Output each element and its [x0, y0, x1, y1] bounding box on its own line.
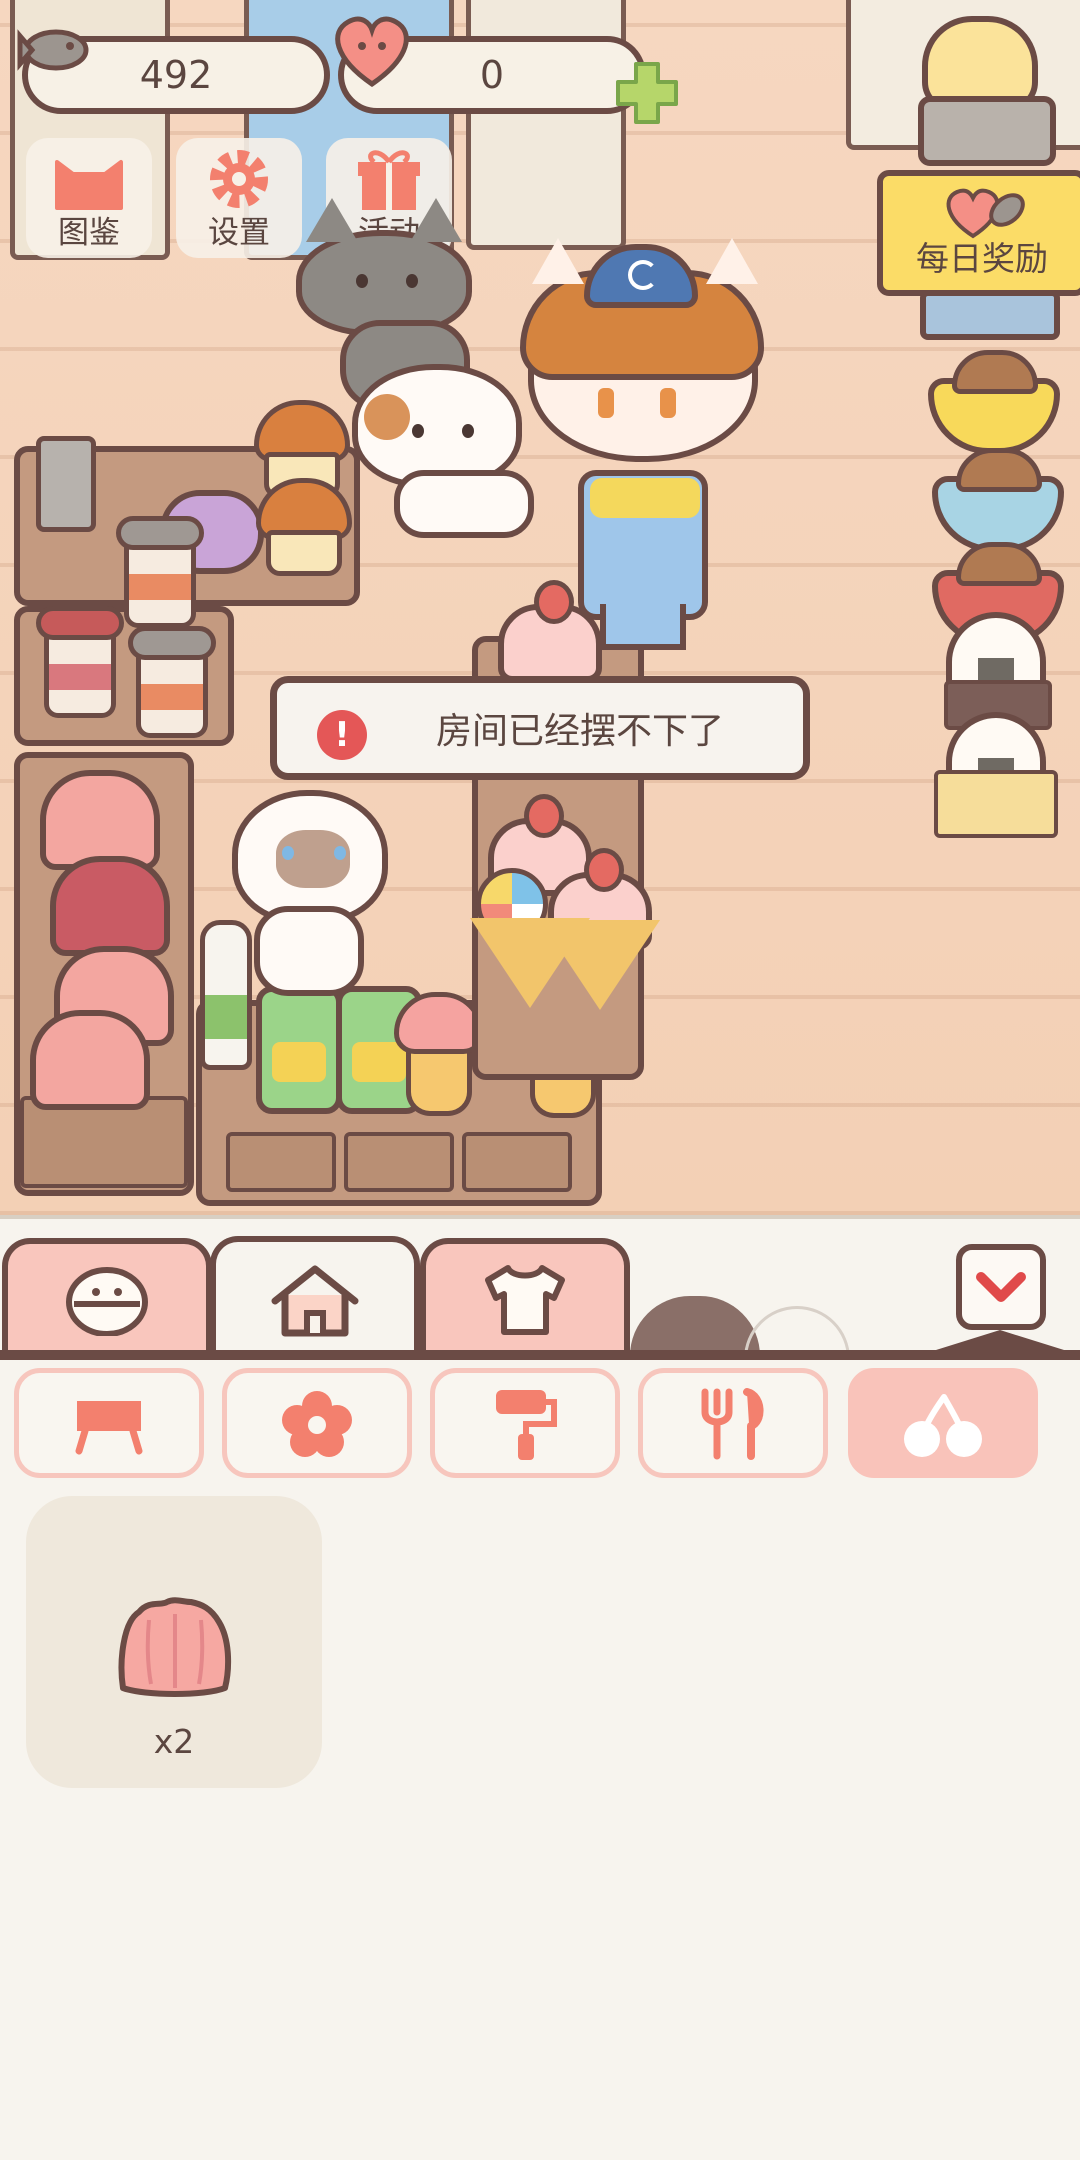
drink-cup-3[interactable]	[128, 626, 216, 738]
daily-reward-button[interactable]: 每日奖励	[877, 170, 1080, 296]
drink-cup-2[interactable]	[36, 606, 124, 718]
collection-button[interactable]: 图鉴	[26, 138, 152, 258]
jelly-4[interactable]	[30, 1010, 150, 1110]
subtab-decor[interactable]	[222, 1368, 412, 1478]
add-hearts-button[interactable]	[612, 58, 682, 128]
inventory-item-jelly[interactable]: x2	[26, 1496, 322, 1788]
subtab-food[interactable]	[848, 1368, 1038, 1478]
muffin-2[interactable]	[256, 478, 352, 578]
subtab-furniture[interactable]	[14, 1368, 204, 1478]
food-bowl-yellow[interactable]	[928, 350, 1060, 454]
steamer-basket	[934, 770, 1058, 838]
shirt-icon	[485, 1265, 565, 1335]
stove-stand	[920, 290, 1060, 340]
utensil-holder[interactable]	[36, 436, 96, 532]
subtab-tableware[interactable]	[638, 1368, 828, 1478]
settings-button[interactable]: 设置	[176, 138, 302, 258]
food-bowl-blue[interactable]	[932, 448, 1064, 552]
toast-message: 房间已经摆不下了	[435, 711, 724, 752]
gray-cat-ear-left	[306, 198, 358, 242]
cutlery-icon	[701, 1388, 764, 1460]
subtab-wallpaper[interactable]	[430, 1368, 620, 1478]
stove	[918, 96, 1056, 166]
calico-cat-body	[394, 470, 534, 538]
paint-roller-icon	[496, 1390, 557, 1460]
boy-legs	[600, 604, 686, 650]
gear-icon	[210, 150, 268, 208]
toast-notification: ! 房间已经摆不下了	[270, 676, 810, 780]
item-quantity: x2	[153, 1722, 195, 1761]
counter-drawer-2	[344, 1132, 454, 1192]
drink-cup-1[interactable]	[116, 516, 204, 628]
cap-logo-icon	[628, 260, 658, 290]
fish-icon	[17, 29, 89, 71]
tab-cats[interactable]	[2, 1238, 212, 1356]
siamese-cat-body	[254, 906, 364, 996]
house-icon	[271, 1265, 359, 1337]
fish-count: 492	[139, 53, 213, 97]
cherry-icon	[904, 1394, 982, 1457]
boy-cat-ear-right	[706, 238, 758, 284]
jelly-1[interactable]	[40, 770, 160, 870]
pizza-slice-2[interactable]	[540, 920, 660, 1010]
gray-cat-ear-right	[410, 198, 462, 242]
collapse-button-stand	[936, 1330, 1064, 1350]
daily-reward-label: 每日奖励	[916, 239, 1048, 278]
game-scene[interactable]: 492 0 图鉴 设置 活动	[0, 0, 1080, 1215]
cat-face-icon	[55, 160, 123, 210]
panel-divider	[0, 1350, 1080, 1360]
bottle-1[interactable]	[200, 920, 252, 1070]
cat-bed-icon	[66, 1267, 148, 1336]
jelly-2[interactable]	[50, 856, 170, 956]
boy-cat-ear-left	[532, 238, 584, 284]
chevron-down-icon	[976, 1272, 1026, 1302]
boy-shirt	[590, 478, 700, 518]
tab-home[interactable]	[210, 1236, 420, 1360]
collection-label: 图鉴	[58, 215, 120, 251]
tab-outfits[interactable]	[420, 1238, 630, 1356]
siamese-cat[interactable]	[232, 790, 388, 924]
counter-drawer-1	[226, 1132, 336, 1192]
boy-cap	[584, 244, 698, 308]
collapse-panel-button[interactable]	[956, 1244, 1046, 1330]
heart-count: 0	[479, 53, 505, 97]
ice-cream-1[interactable]	[394, 992, 484, 1116]
heart-icon	[335, 16, 409, 88]
table-icon	[75, 1401, 143, 1455]
counter-drawer-3	[462, 1132, 572, 1192]
jelly-pudding-icon	[118, 1597, 232, 1697]
settings-label: 设置	[208, 215, 270, 251]
chips-bag-1[interactable]	[256, 986, 342, 1114]
flower-icon	[282, 1391, 352, 1457]
